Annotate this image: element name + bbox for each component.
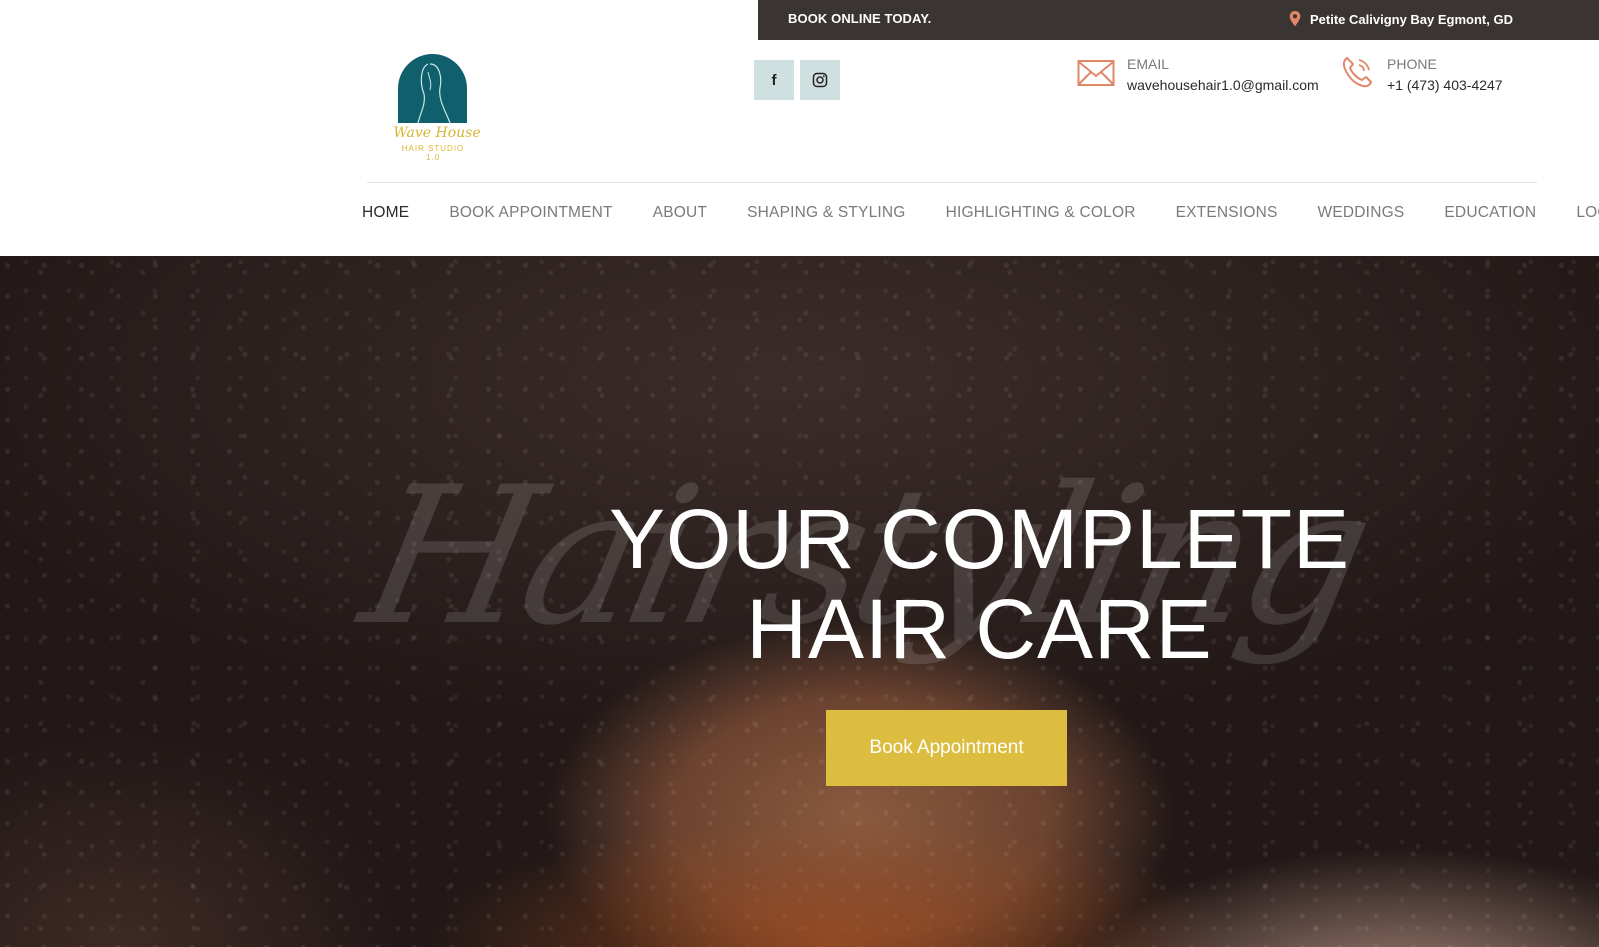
book-online-text[interactable]: BOOK ONLINE TODAY. [788,11,931,26]
nav-item-shaping-styling[interactable]: SHAPING & STYLING [747,204,905,222]
instagram-glyph [812,72,828,88]
nav-item-education[interactable]: EDUCATION [1444,204,1536,222]
nav-item-weddings[interactable]: WEDDINGS [1318,204,1405,222]
book-appointment-button[interactable]: Book Appointment [826,710,1067,786]
nav-item-book-appointment[interactable]: BOOK APPOINTMENT [449,204,612,222]
social-links: f [754,60,840,100]
logo-script: Wave House [393,125,481,141]
email-contact: EMAIL wavehousehair1.0@gmail.com [1077,54,1319,93]
phone-contact: PHONE +1 (473) 403-4247 [1339,54,1503,93]
hero-banner: Hairstyling YOUR COMPLETE HAIR CARE Book… [0,256,1599,947]
location-text: Petite Calivigny Bay Egmont, GD [1310,11,1513,27]
logo-subtext: HAIR STUDIO 1.0 [388,144,478,162]
woman-silhouette-icon [417,63,451,124]
nav-item-about[interactable]: ABOUT [653,204,707,222]
hero-title-line2: HAIR CARE [746,582,1213,676]
facebook-icon[interactable]: f [754,60,794,100]
map-pin-icon [1289,11,1301,27]
hero-title: YOUR COMPLETE HAIR CARE [0,494,1599,674]
site-logo[interactable]: Wave House HAIR STUDIO 1.0 [388,52,486,164]
logo-subtext-line2: 1.0 [425,153,441,162]
phone-link[interactable]: +1 (473) 403-4247 [1387,77,1503,93]
main-nav: HOME BOOK APPOINTMENT ABOUT SHAPING & ST… [362,204,1599,222]
top-bar: BOOK ONLINE TODAY. Petite Calivigny Bay … [758,0,1599,40]
email-link[interactable]: wavehousehair1.0@gmail.com [1127,77,1319,93]
nav-item-extensions[interactable]: EXTENSIONS [1176,204,1278,222]
logo-arch [398,54,467,124]
phone-icon [1342,57,1372,88]
nav-item-home[interactable]: HOME [362,204,409,222]
email-label: EMAIL [1127,56,1170,72]
logo-subtext-line1: HAIR STUDIO [401,144,465,153]
header-divider [367,182,1537,183]
nav-item-location[interactable]: LOCATION [1576,204,1599,222]
location-info: Petite Calivigny Bay Egmont, GD [1288,11,1513,27]
phone-label: PHONE [1387,56,1437,72]
nav-item-highlighting-color[interactable]: HIGHLIGHTING & COLOR [946,204,1136,222]
instagram-icon[interactable] [800,60,840,100]
envelope-icon [1077,60,1115,86]
hero-title-line1: YOUR COMPLETE [608,492,1351,586]
hero-garment-tone [420,816,1240,947]
